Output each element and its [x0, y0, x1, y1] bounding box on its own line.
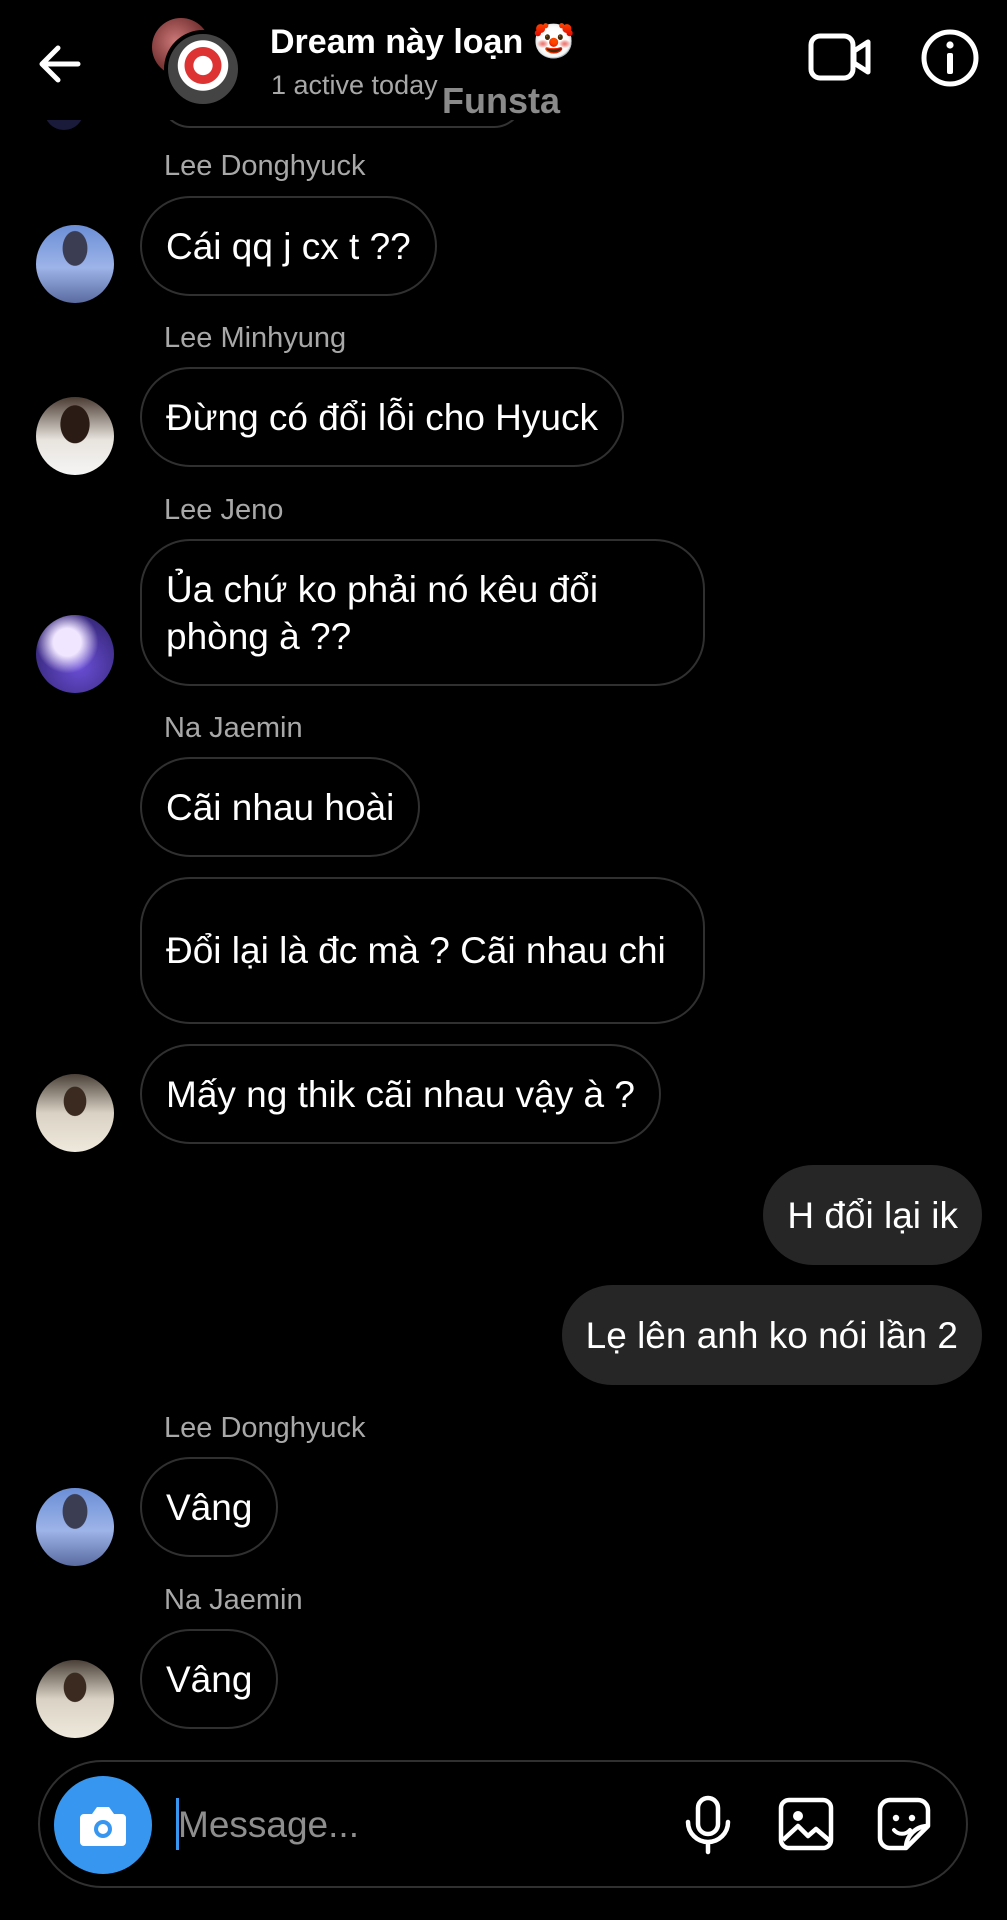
gallery-icon[interactable] — [776, 1794, 836, 1854]
group-avatar[interactable] — [152, 18, 242, 108]
chat-title[interactable]: Dream này loạn 🤡 — [270, 22, 575, 62]
avatar[interactable] — [36, 1074, 114, 1152]
message-bubble[interactable]: Vâng — [140, 1629, 279, 1729]
message-bubble[interactable]: Vâng — [140, 1457, 279, 1557]
video-call-icon[interactable] — [808, 30, 872, 84]
sender-name: Na Jaemin — [164, 1584, 303, 1616]
message-bubble[interactable]: Cái qq j cx t ?? — [140, 196, 437, 296]
microphone-icon[interactable] — [678, 1794, 738, 1856]
avatar[interactable] — [36, 615, 114, 693]
sender-name: Lee Donghyuck — [164, 150, 366, 182]
sticker-icon[interactable] — [874, 1794, 934, 1854]
active-status: 1 active today — [271, 70, 438, 100]
outgoing-message-bubble[interactable]: Lẹ lên anh ko nói lần 2 — [561, 1285, 982, 1385]
avatar[interactable] — [36, 397, 114, 475]
message-bubble[interactable]: Đừng có đổi lỗi cho Hyuck — [140, 367, 624, 467]
sender-name: Lee Donghyuck — [164, 1412, 366, 1444]
sender-name: Lee Minhyung — [164, 322, 347, 354]
group-avatar-front — [164, 30, 242, 108]
message-bubble[interactable]: Mấy ng thik cãi nhau vậy à ? — [140, 1044, 661, 1144]
outgoing-message-bubble[interactable]: H đổi lại ik — [763, 1165, 982, 1265]
text-cursor — [176, 1798, 179, 1850]
sender-name: Na Jaemin — [164, 712, 303, 744]
avatar[interactable] — [36, 225, 114, 303]
message-input[interactable] — [176, 1792, 680, 1858]
camera-icon[interactable] — [54, 1776, 152, 1874]
message-bubble[interactable]: Ủa chứ ko phải nó kêu đổi phòng à ?? — [140, 539, 705, 686]
message-composer — [38, 1760, 968, 1888]
back-arrow-icon[interactable] — [34, 38, 86, 90]
avatar[interactable] — [36, 1488, 114, 1566]
avatar[interactable] — [36, 1660, 114, 1738]
message-bubble[interactable]: Đổi lại là đc mà ? Cãi nhau chi — [140, 877, 705, 1024]
message-bubble[interactable]: Cãi nhau hoài — [140, 757, 421, 857]
info-icon[interactable] — [920, 28, 980, 88]
sender-name: Lee Jeno — [164, 494, 284, 526]
watermark: Funsta — [442, 80, 561, 121]
